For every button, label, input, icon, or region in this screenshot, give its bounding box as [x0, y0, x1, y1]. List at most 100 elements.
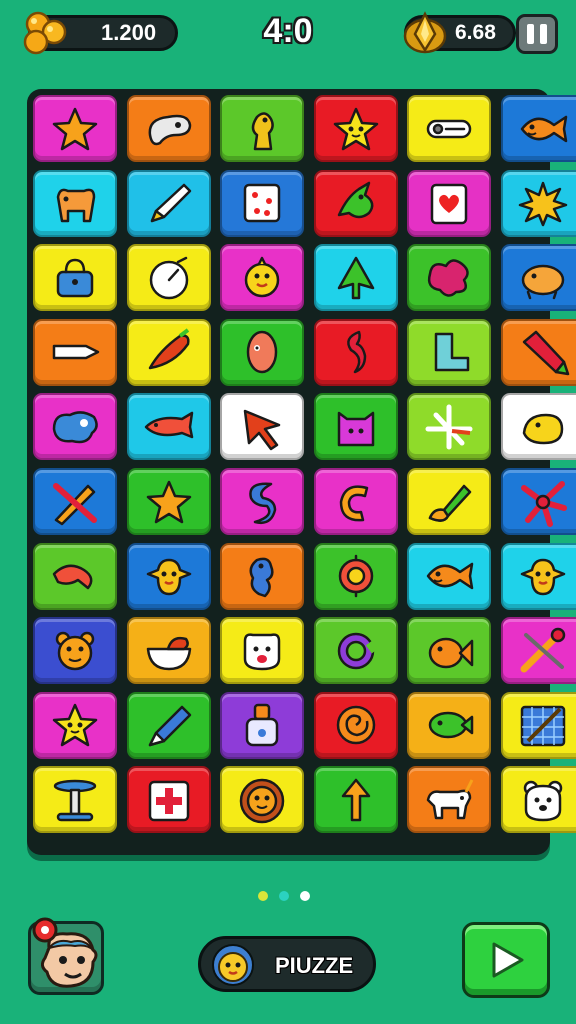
page-dot-active[interactable]: [258, 891, 268, 901]
tile-dog-face[interactable]: [220, 617, 305, 685]
windmill-icon: [425, 404, 473, 450]
page-dot[interactable]: [300, 891, 310, 901]
tile-brush[interactable]: [407, 468, 492, 535]
tile-puddle[interactable]: [33, 393, 117, 461]
puzzle-label: PIUZZE: [275, 953, 354, 978]
tile-bottle[interactable]: [220, 691, 305, 759]
character-avatar-icon: [32, 917, 98, 988]
tile-chisel[interactable]: [33, 318, 117, 386]
tile-clock[interactable]: [126, 244, 211, 312]
pencil-icon: [150, 183, 191, 223]
tile-cross[interactable]: [126, 766, 211, 834]
chick-icon: [244, 256, 280, 297]
tile-cat-box[interactable]: [313, 393, 398, 461]
tile-windmill[interactable]: [407, 393, 492, 461]
tile-pencils[interactable]: [33, 468, 117, 535]
tile-pen[interactable]: [501, 318, 576, 386]
bean-icon: [148, 114, 191, 145]
tile-marker[interactable]: [126, 691, 211, 759]
page-dot[interactable]: [279, 891, 289, 901]
pause-button[interactable]: [516, 14, 558, 54]
tile-bird-face[interactable]: [126, 542, 211, 610]
tile-bean[interactable]: [126, 95, 211, 162]
tile-up-arrow[interactable]: [313, 766, 398, 834]
page-indicator: [258, 891, 310, 901]
tile-green-fish[interactable]: [407, 691, 492, 759]
ring-icon: [338, 554, 374, 598]
tile-bird[interactable]: [313, 169, 398, 237]
tile-bird-face[interactable]: [501, 542, 576, 610]
tile-dog[interactable]: [33, 169, 117, 237]
tile-dice[interactable]: [220, 169, 305, 237]
tile-star[interactable]: [33, 95, 117, 162]
tile-fish[interactable]: [501, 95, 576, 162]
tile-boot[interactable]: [407, 318, 492, 386]
spiral-icon: [336, 706, 376, 745]
tile-arrow[interactable]: [220, 393, 305, 461]
clock-icon: [149, 256, 188, 299]
tile-dino[interactable]: [220, 95, 305, 162]
tile-grid-card[interactable]: [501, 691, 576, 759]
tree-icon: [337, 256, 375, 299]
tile-seahorse[interactable]: [220, 542, 305, 610]
gem-count: 6.68: [455, 21, 496, 44]
tile-star-face[interactable]: [313, 95, 398, 162]
tile-bowl[interactable]: [126, 617, 211, 685]
game-board: [27, 89, 576, 855]
tile-burst[interactable]: [501, 169, 576, 237]
tile-swirl[interactable]: [313, 318, 398, 386]
tile-bear-face[interactable]: [501, 766, 576, 834]
fish-icon: [520, 115, 568, 142]
tile-clip[interactable]: [407, 95, 492, 162]
profile-button[interactable]: [28, 917, 104, 995]
tile-bag[interactable]: [33, 244, 117, 312]
tile-sub-fish[interactable]: [126, 393, 211, 461]
tile-duck[interactable]: [501, 393, 576, 461]
chick-face-icon: [212, 944, 254, 986]
tile-star-face[interactable]: [33, 691, 117, 759]
pen-icon: [522, 331, 570, 376]
pencils-icon: [53, 482, 97, 525]
tile-ring[interactable]: [313, 542, 398, 610]
burst-icon: [518, 181, 568, 227]
tile-stool[interactable]: [33, 766, 117, 834]
brush-icon: [429, 484, 472, 522]
fish-icon: [427, 562, 474, 590]
boot-icon: [435, 333, 470, 372]
tile-carrot[interactable]: [126, 318, 211, 386]
star-face-icon: [52, 704, 98, 747]
tile-s-curve[interactable]: [220, 468, 305, 535]
tile-shrimp[interactable]: [33, 542, 117, 610]
grid-card-icon: [520, 706, 566, 747]
s-curve-icon: [249, 482, 277, 524]
heart-card-icon: [431, 183, 468, 225]
dog-icon: [56, 188, 96, 223]
tile-tools[interactable]: [501, 617, 576, 685]
tile-c-curl[interactable]: [313, 468, 398, 535]
tile-spiral[interactable]: [313, 691, 398, 759]
play-button[interactable]: [462, 922, 550, 998]
gold-gem-icon: [403, 11, 447, 54]
carrot-icon: [148, 328, 190, 370]
tile-fish[interactable]: [407, 542, 492, 610]
pause-bar: [540, 24, 547, 44]
tile-unicorn[interactable]: [407, 766, 492, 834]
bag-icon: [56, 258, 94, 297]
tile-chick[interactable]: [220, 244, 305, 312]
tile-tree[interactable]: [313, 244, 398, 312]
play-triangle-icon: [492, 942, 524, 978]
tile-star[interactable]: [126, 468, 211, 535]
puddle-icon: [52, 411, 98, 444]
tile-sun-face[interactable]: [220, 766, 305, 834]
puzzle-mode-button[interactable]: PIUZZE: [198, 936, 376, 992]
tile-c-ring[interactable]: [313, 617, 398, 685]
dog-face-icon: [243, 633, 281, 670]
tile-bear[interactable]: [33, 617, 117, 685]
tile-blob[interactable]: [407, 244, 492, 312]
tile-heart-card[interactable]: [407, 169, 492, 237]
tile-flower[interactable]: [501, 468, 576, 535]
tile-pig[interactable]: [501, 244, 576, 312]
tile-seed[interactable]: [220, 318, 305, 386]
tile-goldfish[interactable]: [407, 617, 492, 685]
tile-pencil[interactable]: [126, 169, 211, 237]
